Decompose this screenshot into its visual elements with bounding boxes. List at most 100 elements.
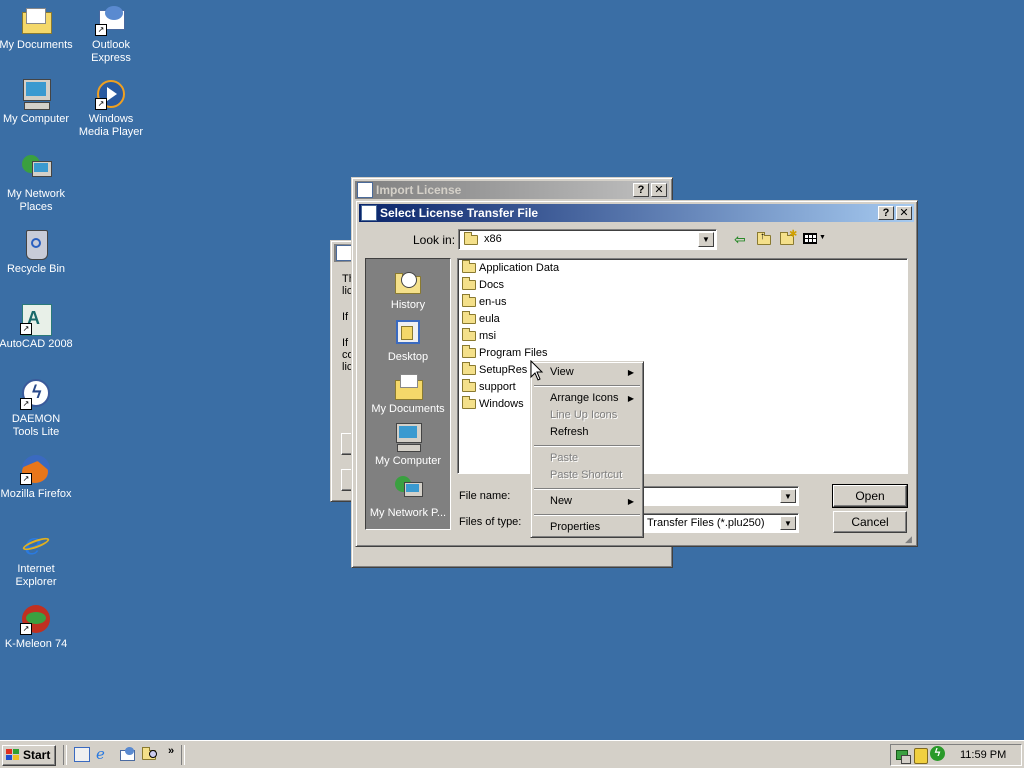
show-desktop-icon[interactable] (73, 746, 90, 762)
folder-item[interactable]: support (462, 379, 516, 395)
sparkle-icon: ✱ (789, 229, 798, 240)
folder-item[interactable]: SetupRes (462, 362, 527, 378)
submenu-arrow-icon: ▶ (627, 497, 634, 506)
context-menu: View ▶ Arrange Icons ▶ Line Up Icons Refre… (530, 361, 644, 538)
menu-item-arrange-icons[interactable]: Arrange Icons ▶ (534, 390, 640, 407)
desktop-icon (393, 318, 423, 348)
menu-item-paste: Paste (534, 450, 640, 467)
files-of-type-label: Files of type: (459, 516, 522, 528)
up-folder-icon[interactable]: ↑ (757, 231, 773, 246)
desktop: { "desktop": { "icons": [ {"label":"My D… (0, 0, 1024, 768)
menu-separator (534, 445, 640, 447)
menu-item-properties[interactable]: Properties (534, 519, 640, 536)
internet-explorer-icon: e (20, 528, 52, 560)
folder-name: msi (479, 330, 497, 342)
import-license-titlebar[interactable]: Import License ? ✕ (355, 181, 669, 199)
desktop-icon-autocad[interactable]: A ↗ AutoCAD 2008 (0, 303, 74, 351)
open-button[interactable]: Open (832, 484, 908, 508)
folder-name: Application Data (479, 262, 560, 274)
folder-item[interactable]: en-us (462, 294, 507, 310)
desktop-icon-outlook-express[interactable]: ↗ Outlook Express (73, 4, 149, 65)
menu-item-new[interactable]: New ▶ (534, 493, 640, 510)
close-button[interactable]: ✕ (896, 206, 912, 220)
folder-item[interactable]: msi (462, 328, 496, 344)
folder-item[interactable]: Docs (462, 277, 504, 293)
cancel-button[interactable]: Cancel (833, 511, 907, 533)
taskbar: Start e » ϟ 11:59 PM (0, 740, 1024, 768)
folder-name: en-us (479, 296, 507, 308)
place-my-computer[interactable]: My Computer (366, 422, 450, 467)
menu-item-view[interactable]: View ▶ (534, 364, 640, 381)
folder-item[interactable]: Program Files (462, 345, 547, 361)
folder-icon (462, 362, 476, 376)
my-computer-icon (20, 78, 52, 110)
taskbar-divider (63, 745, 67, 765)
folder-icon (462, 311, 476, 325)
chevron-down-icon[interactable]: ▼ (780, 516, 796, 530)
desktop-icon-label: AutoCAD 2008 (0, 338, 73, 350)
desktop-icon-label: Recycle Bin (6, 263, 66, 275)
network-tray-icon[interactable] (896, 747, 911, 764)
place-network[interactable]: My Network P... (366, 474, 450, 519)
my-documents-icon (20, 4, 52, 36)
desktop-icon-k-meleon[interactable]: ↗ K-Meleon 74 (0, 603, 74, 651)
security-tray-icon[interactable] (913, 747, 928, 764)
resize-grip-icon[interactable]: ◢ (905, 534, 915, 544)
outlook-express-icon[interactable] (119, 746, 135, 762)
internet-explorer-icon[interactable]: e (96, 746, 112, 762)
folder-icon (462, 345, 476, 359)
back-icon[interactable]: ⇦ (734, 231, 750, 247)
place-my-documents[interactable]: My Documents (366, 370, 450, 415)
desktop-icon-daemon-tools[interactable]: ϟ ↗ DAEMON Tools Lite (0, 378, 74, 439)
folder-item[interactable]: Windows (462, 396, 524, 412)
menu-label: Refresh (550, 426, 589, 438)
network-places-icon (20, 153, 52, 185)
clock[interactable]: 11:59 PM (960, 749, 1006, 761)
chevron-down-icon[interactable]: ▼ (698, 232, 714, 247)
windows-media-player-icon: ↗ (95, 78, 127, 110)
help-button[interactable]: ? (878, 206, 894, 220)
desktop-icon-firefox[interactable]: ↗ Mozilla Firefox (0, 453, 74, 501)
folder-item[interactable]: eula (462, 311, 500, 327)
desktop-icon-label: My Documents (0, 39, 73, 51)
history-icon (393, 266, 423, 296)
place-desktop[interactable]: Desktop (366, 318, 450, 363)
desktop-icon-label: Outlook Express (91, 39, 131, 64)
chevron-down-icon[interactable]: ▼ (780, 489, 796, 503)
desktop-icon-recycle-bin[interactable]: Recycle Bin (0, 228, 74, 276)
menu-label: New (550, 495, 573, 507)
file-list[interactable]: Application Data Docs en-us eula msi Pro… (457, 258, 908, 474)
menu-label: Paste (550, 452, 579, 464)
quicklaunch-overflow-icon[interactable]: » (168, 745, 174, 757)
network-places-icon (393, 474, 423, 504)
daemon-tools-tray-icon[interactable]: ϟ (930, 746, 945, 761)
place-label: Desktop (387, 351, 429, 363)
desktop-icon-windows-media-player[interactable]: ↗ Windows Media Player (73, 78, 149, 139)
desktop-icon-internet-explorer[interactable]: e Internet Explorer (0, 528, 74, 589)
my-documents-icon (393, 370, 423, 400)
new-folder-icon[interactable]: ✱ (780, 229, 798, 246)
folder-icon (462, 294, 476, 308)
desktop-icon-my-computer[interactable]: My Computer (0, 78, 74, 126)
desktop-icon-my-documents[interactable]: My Documents (0, 4, 74, 52)
window-title: Import License (376, 183, 462, 197)
folder-icon (462, 379, 476, 393)
menu-separator (534, 488, 640, 490)
start-button[interactable]: Start (2, 745, 56, 766)
desktop-icon-network-places[interactable]: My Network Places (0, 153, 74, 214)
search-folder-icon[interactable] (142, 746, 158, 762)
dialog-titlebar[interactable]: Select License Transfer File ? ✕ (359, 204, 914, 222)
menu-label: Properties (550, 521, 601, 533)
menu-item-refresh[interactable]: Refresh (534, 424, 640, 441)
view-menu-icon[interactable]: ▼ (803, 232, 827, 246)
autocad-icon: A ↗ (20, 303, 52, 336)
help-button[interactable]: ? (633, 183, 649, 197)
close-button[interactable]: ✕ (651, 183, 667, 197)
taskbar-divider (181, 745, 185, 765)
menu-item-paste-shortcut: Paste Shortcut (534, 467, 640, 484)
folder-item[interactable]: Application Data (462, 260, 559, 276)
recycle-bin-icon (20, 228, 52, 260)
system-tray: ϟ 11:59 PM (890, 744, 1022, 766)
place-history[interactable]: History (366, 266, 450, 311)
look-in-combo[interactable]: x86 ▼ (458, 229, 717, 250)
